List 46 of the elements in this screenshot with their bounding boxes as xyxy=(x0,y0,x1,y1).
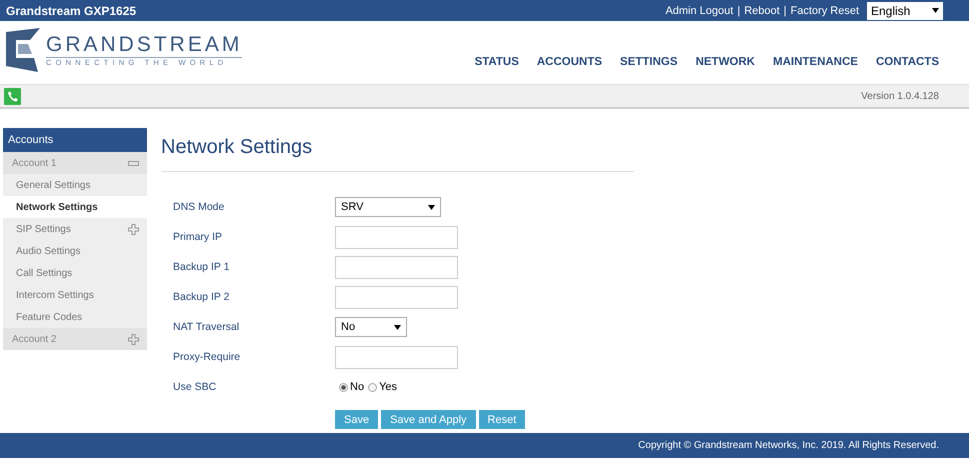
input-field[interactable] xyxy=(335,256,458,278)
collapse-icon xyxy=(128,160,139,166)
logo-icon xyxy=(4,26,42,74)
field-label: Primary IP xyxy=(173,231,224,243)
dropdown[interactable]: SRV xyxy=(335,197,441,217)
dropdown[interactable]: No xyxy=(335,317,407,337)
logo-name: GRANDSTREAM xyxy=(46,32,242,56)
version-text: Version 1.0.4.128 xyxy=(861,90,939,102)
nav-link[interactable]: ACCOUNTS xyxy=(536,56,602,68)
page-title: Network Settings xyxy=(161,135,314,160)
input-field[interactable] xyxy=(335,226,458,248)
nav-link[interactable]: CONTACTS xyxy=(876,56,939,68)
caret-icon xyxy=(428,204,435,210)
caret-icon xyxy=(932,8,939,13)
input-field[interactable] xyxy=(335,346,458,368)
device-title: Grandstream GXP1625 xyxy=(6,4,136,18)
field-label: Backup IP 1 xyxy=(173,261,230,273)
radio-option[interactable]: Yes xyxy=(368,381,398,393)
nav-link[interactable]: MAINTENANCE xyxy=(772,56,858,68)
sidebar-item[interactable]: General Settings xyxy=(3,174,147,196)
sidebar-item[interactable]: Feature Codes xyxy=(3,306,147,328)
separator: | xyxy=(784,4,787,16)
nav-link[interactable]: NETWORK xyxy=(696,56,755,68)
sidebar-item[interactable]: Intercom Settings xyxy=(3,284,147,306)
field-label: Backup IP 2 xyxy=(173,291,230,303)
sidebar-title: Accounts xyxy=(3,128,147,152)
top-link[interactable]: Reboot xyxy=(744,4,780,16)
sidebar-item[interactable]: Call Settings xyxy=(3,262,147,284)
expand-icon xyxy=(128,334,139,344)
field-label: DNS Mode xyxy=(173,201,226,213)
top-link[interactable]: Admin Logout xyxy=(665,4,734,16)
input-field[interactable] xyxy=(335,286,458,308)
nav-link[interactable]: SETTINGS xyxy=(620,56,678,68)
field-label: Proxy-Require xyxy=(173,351,242,363)
sidebar-item[interactable]: SIP Settings xyxy=(3,218,147,240)
radio-option[interactable]: No xyxy=(339,381,364,393)
field-label: Use SBC xyxy=(173,381,218,393)
top-link[interactable]: Factory Reset xyxy=(790,4,859,16)
field-label: NAT Traversal xyxy=(173,321,240,333)
caret-icon xyxy=(394,324,401,330)
nav-link[interactable]: STATUS xyxy=(474,56,519,68)
copyright-text: Copyright © Grandstream Networks, Inc. 2019. All Rights Reserved. xyxy=(638,440,939,451)
sidebar-item[interactable]: Audio Settings xyxy=(3,240,147,262)
language-select[interactable]: English xyxy=(867,2,943,20)
separator: | xyxy=(737,4,740,16)
phone-icon xyxy=(4,88,21,104)
